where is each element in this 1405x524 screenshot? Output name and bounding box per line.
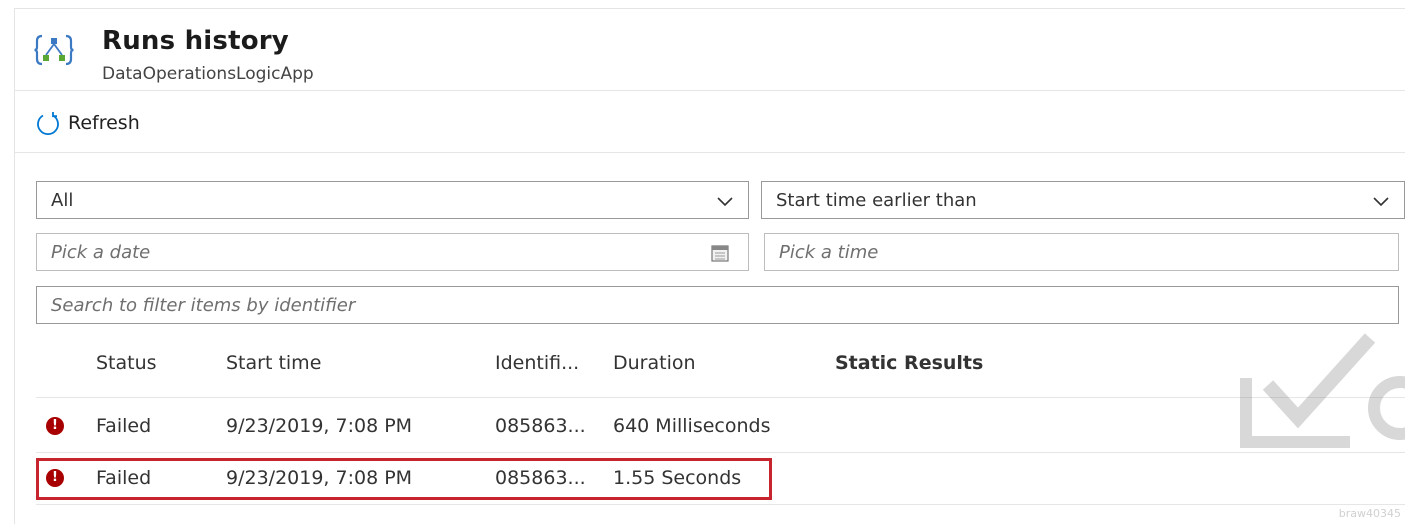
page-subtitle: DataOperationsLogicApp [102, 64, 314, 84]
status-filter-select[interactable]: All [36, 181, 749, 219]
watermark-text: braw40345 [1338, 507, 1401, 520]
time-filter-value: Start time earlier than [776, 189, 977, 211]
refresh-icon [37, 112, 59, 136]
blade-header: Runs history DataOperationsLogicApp [14, 8, 1405, 91]
search-placeholder: Search to filter items by identifier [51, 294, 356, 316]
table-row[interactable]: ! Failed 9/23/2019, 7:08 PM 085863... 1.… [36, 453, 1405, 505]
row-status: Failed [96, 415, 152, 437]
row-duration: 640 Milliseconds [613, 415, 771, 437]
refresh-button[interactable]: Refresh [34, 108, 140, 138]
calendar-icon[interactable] [710, 243, 730, 263]
page-title: Runs history [102, 26, 289, 56]
time-filter-select[interactable]: Start time earlier than [761, 181, 1405, 219]
date-placeholder: Pick a date [51, 241, 151, 263]
table-row[interactable]: ! Failed 9/23/2019, 7:08 PM 085863... 64… [36, 401, 1405, 453]
refresh-label: Refresh [68, 112, 140, 134]
date-picker-input[interactable]: Pick a date [36, 233, 749, 271]
checkmark-watermark-icon [1240, 333, 1405, 448]
time-placeholder: Pick a time [779, 241, 879, 263]
column-header-start-time[interactable]: Start time [226, 352, 321, 374]
row-identifier: 085863... [495, 467, 586, 489]
error-icon: ! [46, 417, 64, 435]
search-input[interactable]: Search to filter items by identifier [36, 286, 1399, 324]
header-divider [36, 397, 1405, 398]
row-duration: 1.55 Seconds [613, 467, 742, 489]
column-header-identifier[interactable]: Identifi... [495, 352, 579, 374]
row-status: Failed [96, 467, 152, 489]
column-header-status[interactable]: Status [96, 352, 157, 374]
logic-app-icon [34, 34, 74, 66]
row-identifier: 085863... [495, 415, 586, 437]
row-start-time: 9/23/2019, 7:08 PM [226, 467, 413, 489]
chevron-down-icon [717, 197, 733, 207]
column-header-duration[interactable]: Duration [613, 352, 696, 374]
status-filter-value: All [51, 189, 74, 211]
chevron-down-icon [1373, 197, 1389, 207]
command-bar: Refresh [14, 92, 1405, 153]
time-picker-input[interactable]: Pick a time [764, 233, 1399, 271]
row-start-time: 9/23/2019, 7:08 PM [226, 415, 413, 437]
error-icon: ! [46, 469, 64, 487]
column-header-static-results[interactable]: Static Results [835, 352, 983, 374]
